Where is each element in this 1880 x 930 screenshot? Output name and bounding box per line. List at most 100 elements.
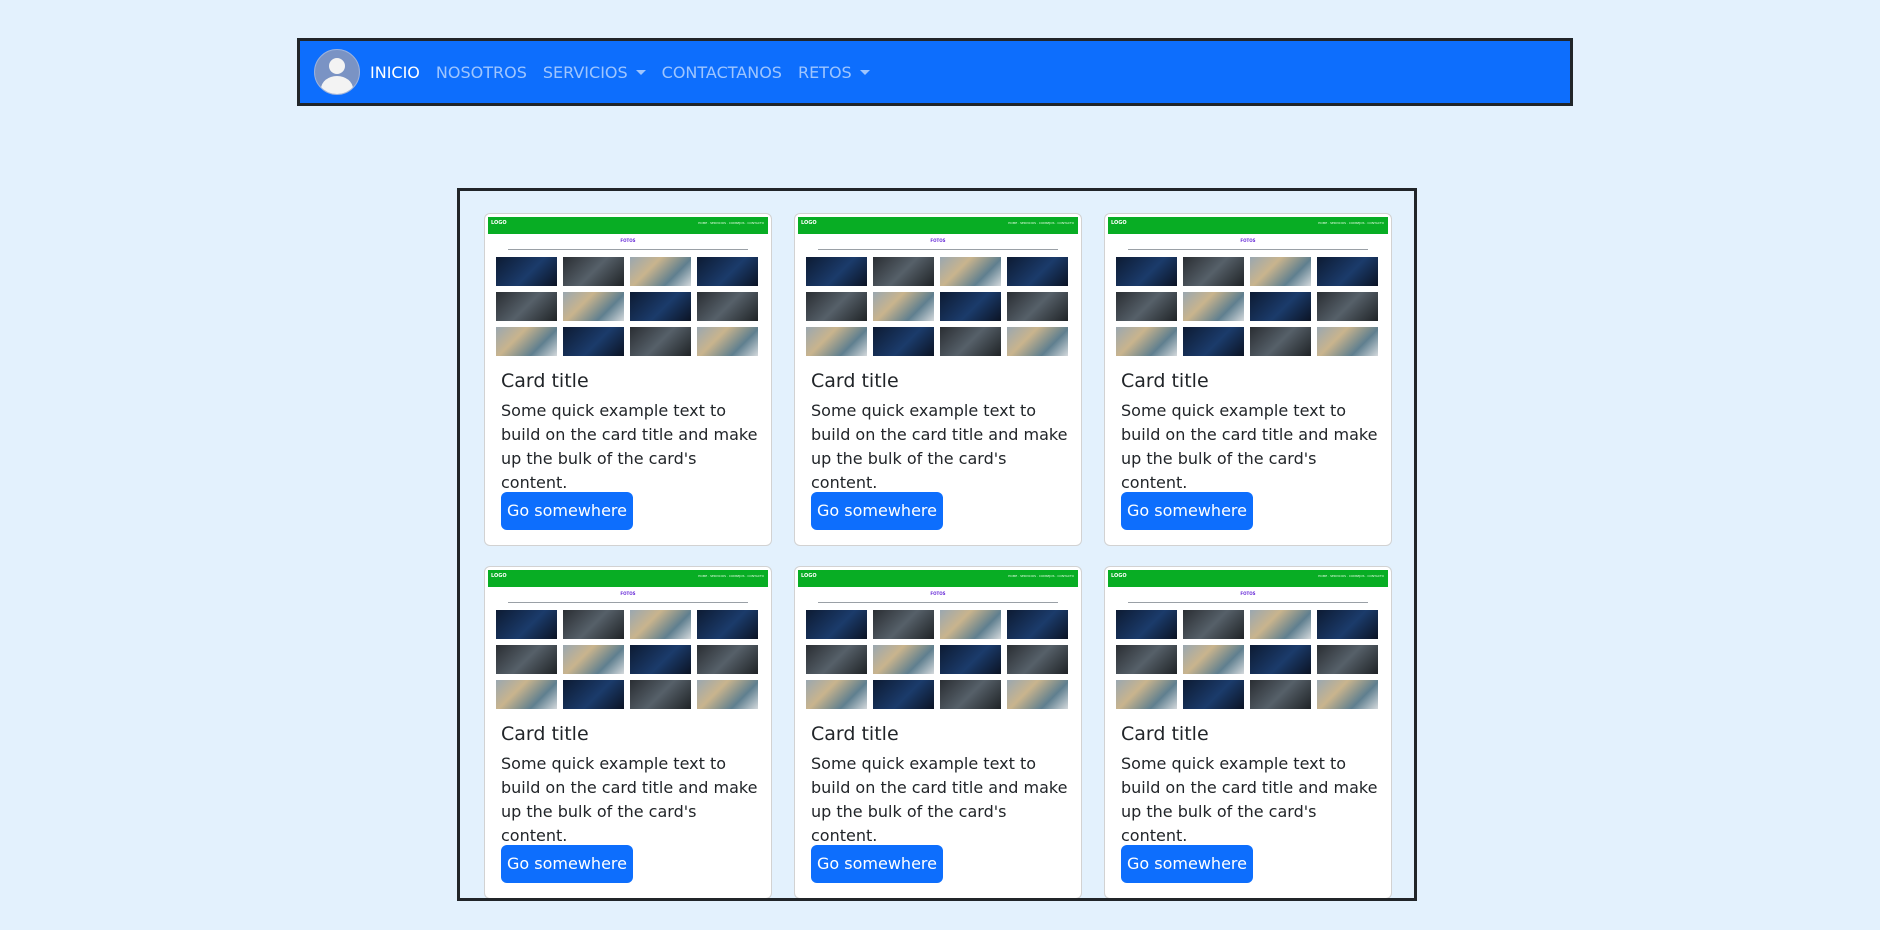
card: LOGO HOME · SERVICIOS · CONSEJOS · CONTAC… bbox=[1104, 566, 1392, 898]
card-text: Some quick example text to build on the … bbox=[811, 754, 1068, 845]
nav-dropdown-servicios[interactable]: SERVICIOS bbox=[543, 63, 646, 82]
thumbnail-photo bbox=[1317, 327, 1378, 356]
nav-links: INICIO NOSOTROS SERVICIOS CONTACTANOS RE… bbox=[370, 63, 886, 82]
go-somewhere-button[interactable]: Go somewhere bbox=[1121, 845, 1253, 883]
card-text: Some quick example text to build on the … bbox=[1121, 401, 1378, 492]
thumbnail-gallery bbox=[496, 257, 758, 356]
card-text: Some quick example text to build on the … bbox=[501, 754, 758, 845]
thumbnail-photo bbox=[1116, 292, 1177, 321]
thumbnail-photo bbox=[940, 610, 1001, 639]
thumbnail-photo bbox=[697, 257, 758, 286]
thumbnail-photo bbox=[1250, 610, 1311, 639]
thumbnail-nav-links: HOME · SERVICIOS · CONSEJOS · CONTACTO bbox=[1008, 221, 1074, 225]
thumbnail-gallery bbox=[496, 610, 758, 709]
thumbnail-photo bbox=[1183, 257, 1244, 286]
thumbnail-photo bbox=[563, 610, 624, 639]
thumbnail-heading: FOTOS bbox=[620, 238, 636, 243]
thumbnail-text-line bbox=[818, 249, 1058, 250]
nav-link-contactanos[interactable]: CONTACTANOS bbox=[662, 63, 782, 82]
nav-link-nosotros[interactable]: NOSOTROS bbox=[436, 63, 527, 82]
thumbnail-navbar: LOGO HOME · SERVICIOS · CONSEJOS · CONTAC… bbox=[1108, 570, 1388, 587]
thumbnail-photo bbox=[873, 257, 934, 286]
card-thumbnail: LOGO HOME · SERVICIOS · CONSEJOS · CONTAC… bbox=[488, 570, 768, 715]
thumbnail-nav-links: HOME · SERVICIOS · CONSEJOS · CONTACTO bbox=[1318, 221, 1384, 225]
thumbnail-photo bbox=[697, 292, 758, 321]
card-thumbnail: LOGO HOME · SERVICIOS · CONSEJOS · CONTAC… bbox=[798, 570, 1078, 715]
thumbnail-photo bbox=[630, 292, 691, 321]
card-title: Card title bbox=[811, 370, 899, 392]
thumbnail-logo: LOGO bbox=[801, 220, 817, 226]
card: LOGO HOME · SERVICIOS · CONSEJOS · CONTAC… bbox=[1104, 213, 1392, 546]
thumbnail-photo bbox=[806, 680, 867, 709]
card: LOGO HOME · SERVICIOS · CONSEJOS · CONTAC… bbox=[794, 213, 1082, 546]
card-text: Some quick example text to build on the … bbox=[1121, 754, 1378, 845]
thumbnail-photo bbox=[1250, 327, 1311, 356]
thumbnail-text-line bbox=[1128, 249, 1368, 250]
thumbnail-photo bbox=[806, 645, 867, 674]
thumbnail-logo: LOGO bbox=[491, 573, 507, 579]
card: LOGO HOME · SERVICIOS · CONSEJOS · CONTAC… bbox=[484, 566, 772, 898]
card-body: Card title Some quick example text to bui… bbox=[501, 723, 759, 848]
navbar: INICIO NOSOTROS SERVICIOS CONTACTANOS RE… bbox=[297, 38, 1573, 106]
thumbnail-photo bbox=[940, 645, 1001, 674]
thumbnail-photo bbox=[1317, 610, 1378, 639]
thumbnail-navbar: LOGO HOME · SERVICIOS · CONSEJOS · CONTAC… bbox=[488, 570, 768, 587]
nav-link-inicio[interactable]: INICIO bbox=[370, 63, 420, 82]
thumbnail-photo bbox=[697, 327, 758, 356]
thumbnail-photo bbox=[697, 610, 758, 639]
thumbnail-photo bbox=[1250, 645, 1311, 674]
avatar-icon[interactable] bbox=[314, 49, 360, 95]
caret-down-icon bbox=[635, 69, 646, 75]
thumbnail-gallery bbox=[806, 610, 1068, 709]
thumbnail-photo bbox=[1007, 645, 1068, 674]
card-title: Card title bbox=[811, 723, 899, 745]
thumbnail-logo: LOGO bbox=[801, 573, 817, 579]
thumbnail-nav-links: HOME · SERVICIOS · CONSEJOS · CONTACTO bbox=[1008, 574, 1074, 578]
thumbnail-photo bbox=[873, 292, 934, 321]
thumbnail-heading: FOTOS bbox=[1240, 238, 1256, 243]
thumbnail-photo bbox=[873, 645, 934, 674]
thumbnail-gallery bbox=[806, 257, 1068, 356]
thumbnail-photo bbox=[1317, 680, 1378, 709]
thumbnail-photo bbox=[563, 680, 624, 709]
thumbnail-photo bbox=[630, 645, 691, 674]
thumbnail-photo bbox=[873, 680, 934, 709]
nav-dropdown-retos[interactable]: RETOS bbox=[798, 63, 870, 82]
go-somewhere-button[interactable]: Go somewhere bbox=[811, 845, 943, 883]
card-body: Card title Some quick example text to bui… bbox=[501, 370, 759, 495]
thumbnail-photo bbox=[940, 292, 1001, 321]
thumbnail-text-line bbox=[1128, 602, 1368, 603]
go-somewhere-button[interactable]: Go somewhere bbox=[811, 492, 943, 530]
thumbnail-photo bbox=[940, 327, 1001, 356]
thumbnail-heading: FOTOS bbox=[620, 591, 636, 596]
thumbnail-heading: FOTOS bbox=[1240, 591, 1256, 596]
thumbnail-heading: FOTOS bbox=[930, 238, 946, 243]
thumbnail-navbar: LOGO HOME · SERVICIOS · CONSEJOS · CONTAC… bbox=[798, 570, 1078, 587]
thumbnail-photo bbox=[496, 327, 557, 356]
thumbnail-logo: LOGO bbox=[1111, 220, 1127, 226]
go-somewhere-button[interactable]: Go somewhere bbox=[1121, 492, 1253, 530]
thumbnail-photo bbox=[1007, 292, 1068, 321]
card-body: Card title Some quick example text to bui… bbox=[811, 723, 1069, 848]
go-somewhere-button[interactable]: Go somewhere bbox=[501, 492, 633, 530]
thumbnail-photo bbox=[806, 610, 867, 639]
thumbnail-photo bbox=[1116, 680, 1177, 709]
caret-down-icon bbox=[859, 69, 870, 75]
thumbnail-photo bbox=[1183, 680, 1244, 709]
card-title: Card title bbox=[501, 370, 589, 392]
card-title: Card title bbox=[501, 723, 589, 745]
thumbnail-photo bbox=[1183, 610, 1244, 639]
thumbnail-photo bbox=[873, 610, 934, 639]
thumbnail-photo bbox=[496, 610, 557, 639]
card-body: Card title Some quick example text to bui… bbox=[811, 370, 1069, 495]
thumbnail-photo bbox=[1007, 257, 1068, 286]
thumbnail-photo bbox=[1250, 257, 1311, 286]
thumbnail-nav-links: HOME · SERVICIOS · CONSEJOS · CONTACTO bbox=[698, 221, 764, 225]
go-somewhere-button[interactable]: Go somewhere bbox=[501, 845, 633, 883]
thumbnail-photo bbox=[1116, 645, 1177, 674]
card-body: Card title Some quick example text to bui… bbox=[1121, 370, 1379, 495]
thumbnail-photo bbox=[1250, 292, 1311, 321]
thumbnail-photo bbox=[1116, 327, 1177, 356]
thumbnail-photo bbox=[940, 257, 1001, 286]
thumbnail-navbar: LOGO HOME · SERVICIOS · CONSEJOS · CONTAC… bbox=[798, 217, 1078, 234]
